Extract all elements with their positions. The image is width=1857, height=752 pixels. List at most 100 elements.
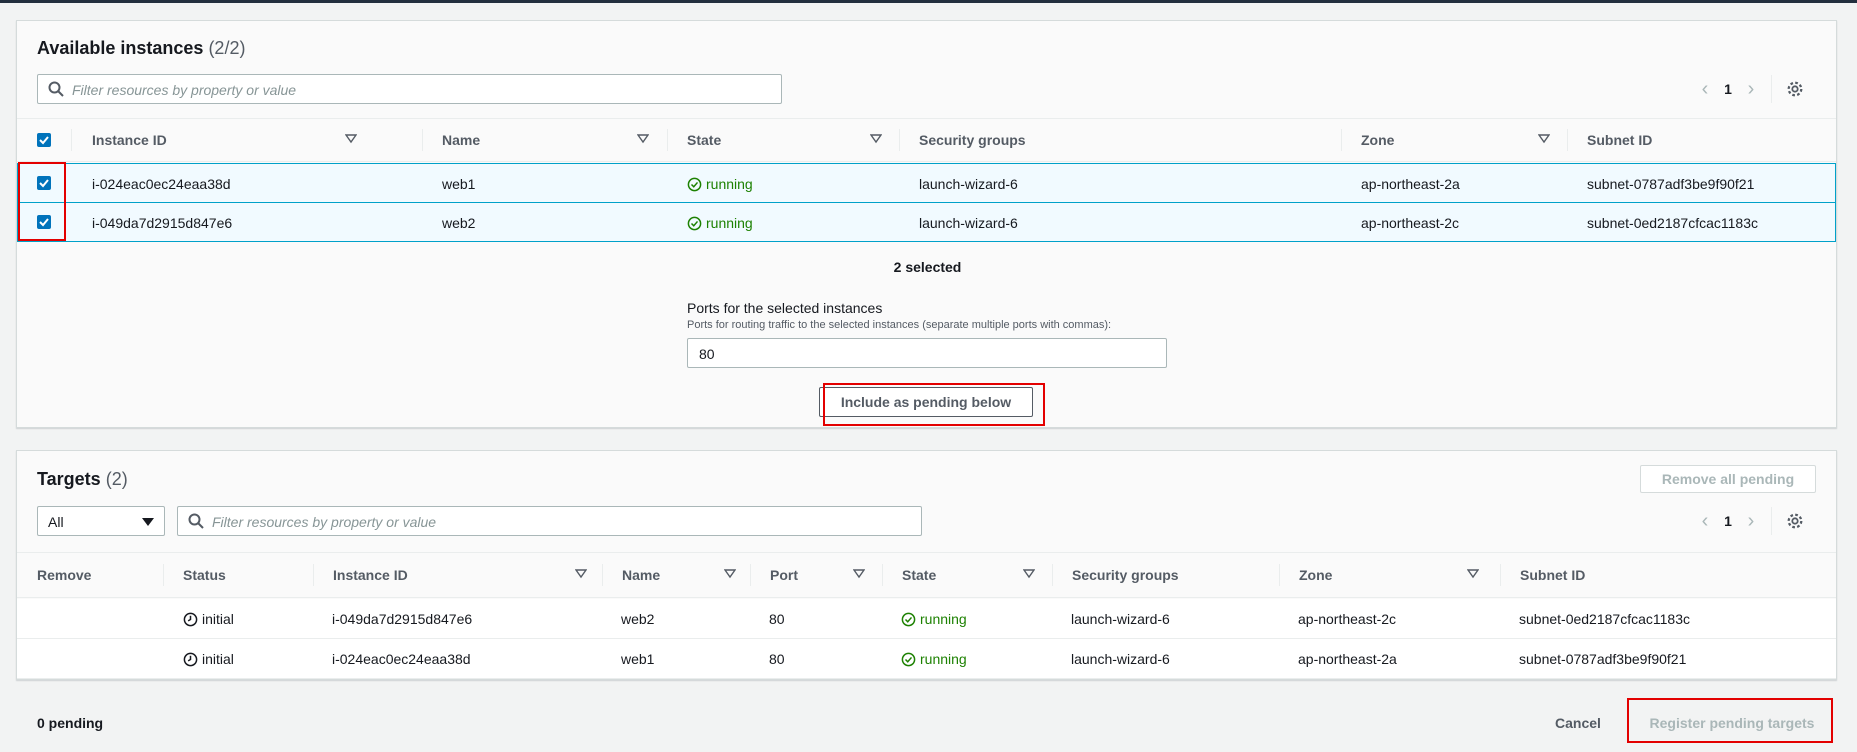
sort-icon [1538, 134, 1550, 144]
col-port[interactable]: Port [770, 553, 870, 595]
security-group: launch-wizard-6 [1071, 611, 1170, 627]
prev-page-icon[interactable]: ‹ [1693, 511, 1717, 531]
checkbox-highlight [18, 162, 66, 241]
security-group: launch-wizard-6 [919, 215, 1018, 231]
sort-icon [724, 569, 736, 579]
col-subnet-id[interactable]: Subnet ID [1520, 553, 1585, 595]
targets-count: (2) [105, 469, 128, 489]
filter-placeholder: Filter resources by property or value [212, 514, 437, 530]
pending-count: 0 pending [37, 715, 104, 731]
gear-icon[interactable] [1786, 80, 1804, 98]
check-circle-icon [901, 612, 916, 627]
col-instance-id[interactable]: Instance ID [92, 119, 375, 161]
ports-label: Ports for the selected instances [687, 300, 883, 316]
remove-all-pending-button[interactable]: Remove all pending [1640, 465, 1816, 493]
col-name[interactable]: Name [442, 119, 662, 161]
sort-icon [1023, 569, 1035, 579]
status-filter-select[interactable]: All [37, 506, 165, 536]
sort-icon [870, 134, 882, 144]
sort-icon [637, 134, 649, 144]
security-group: launch-wizard-6 [919, 176, 1018, 192]
instance-id: i-049da7d2915d847e6 [332, 611, 473, 627]
available-instances-panel: Available instances (2/2) Filter resourc… [16, 20, 1837, 428]
port: 80 [769, 651, 785, 667]
ports-input[interactable]: 80 [687, 338, 1167, 368]
target-status: initial [183, 599, 234, 639]
selected-count: 2 selected [893, 259, 962, 275]
zone: ap-northeast-2a [1361, 176, 1460, 192]
top-bar [0, 0, 1857, 3]
instance-name: web2 [442, 215, 476, 231]
col-security-groups[interactable]: Security groups [1072, 553, 1179, 595]
instance-id: i-049da7d2915d847e6 [92, 215, 233, 231]
page-number[interactable]: 1 [1717, 81, 1739, 97]
panel-title-text: Targets [37, 469, 101, 489]
instance-name: web1 [442, 176, 476, 192]
ports-value: 80 [699, 346, 715, 362]
select-value: All [48, 514, 64, 530]
prev-page-icon[interactable]: ‹ [1693, 79, 1717, 99]
target-status: initial [183, 639, 234, 679]
col-remove[interactable]: Remove [37, 553, 91, 595]
instance-row[interactable]: i-024eac0ec24eaa38d web1 running launch-… [17, 163, 1836, 203]
available-instances-title: Available instances (2/2) [37, 38, 245, 59]
filter-placeholder: Filter resources by property or value [72, 82, 297, 98]
include-button-highlight [823, 383, 1045, 426]
sort-icon [575, 569, 587, 579]
targets-pagination: ‹ 1 › [1693, 507, 1804, 535]
targets-title: Targets (2) [37, 469, 128, 490]
instance-state: running [901, 599, 967, 639]
targets-table-header: Remove Status Instance ID Name Port Stat… [17, 552, 1836, 598]
security-group: launch-wizard-6 [1071, 651, 1170, 667]
col-instance-id[interactable]: Instance ID [333, 553, 593, 595]
col-state[interactable]: State [687, 119, 887, 161]
pager-divider [1771, 507, 1772, 535]
port: 80 [769, 611, 785, 627]
instance-id: i-024eac0ec24eaa38d [92, 176, 231, 192]
targets-filter-input[interactable]: Filter resources by property or value [177, 506, 922, 536]
instance-state: running [687, 164, 753, 204]
cancel-button[interactable]: Cancel [1538, 706, 1618, 740]
instance-count: (2/2) [208, 38, 246, 58]
subnet-id: subnet-0787adf3be9f90f21 [1587, 176, 1755, 192]
zone: ap-northeast-2c [1298, 611, 1397, 627]
col-subnet-id[interactable]: Subnet ID [1587, 119, 1652, 161]
sort-icon [345, 134, 357, 144]
check-circle-icon [901, 652, 916, 667]
panel-title-text: Available instances [37, 38, 204, 58]
subnet-id: subnet-0ed2187cfcac1183c [1587, 215, 1758, 231]
sort-icon [853, 569, 865, 579]
clock-icon [183, 652, 198, 667]
caret-down-icon [142, 518, 154, 526]
check-circle-icon [687, 177, 702, 192]
register-button-highlight [1627, 698, 1833, 743]
sort-icon [1467, 569, 1479, 579]
instance-state: running [901, 639, 967, 679]
col-status[interactable]: Status [183, 553, 226, 595]
instance-name: web1 [621, 651, 655, 667]
gear-icon[interactable] [1786, 512, 1804, 530]
next-page-icon[interactable]: › [1739, 511, 1763, 531]
ports-description: Ports for routing traffic to the selecte… [687, 319, 1112, 331]
instance-row[interactable]: i-049da7d2915d847e6 web2 running launch-… [17, 202, 1836, 242]
target-row: initial i-049da7d2915d847e6 web2 80 runn… [17, 599, 1836, 639]
instances-filter-input[interactable]: Filter resources by property or value [37, 74, 782, 104]
select-all-checkbox[interactable] [37, 133, 51, 147]
instance-state: running [687, 203, 753, 243]
zone: ap-northeast-2a [1298, 651, 1397, 667]
next-page-icon[interactable]: › [1739, 79, 1763, 99]
search-icon [188, 513, 204, 529]
col-name[interactable]: Name [622, 553, 742, 595]
instance-name: web2 [621, 611, 655, 627]
col-zone[interactable]: Zone [1299, 553, 1489, 595]
zone: ap-northeast-2c [1361, 215, 1460, 231]
col-security-groups[interactable]: Security groups [919, 119, 1026, 161]
instances-table-header: Instance ID Name State Security groups Z… [17, 118, 1836, 162]
col-state[interactable]: State [902, 553, 1042, 595]
page-number[interactable]: 1 [1717, 513, 1739, 529]
col-zone[interactable]: Zone [1361, 119, 1561, 161]
pager-divider [1771, 75, 1772, 103]
search-icon [48, 81, 64, 97]
check-circle-icon [687, 216, 702, 231]
instances-pagination: ‹ 1 › [1693, 75, 1804, 103]
